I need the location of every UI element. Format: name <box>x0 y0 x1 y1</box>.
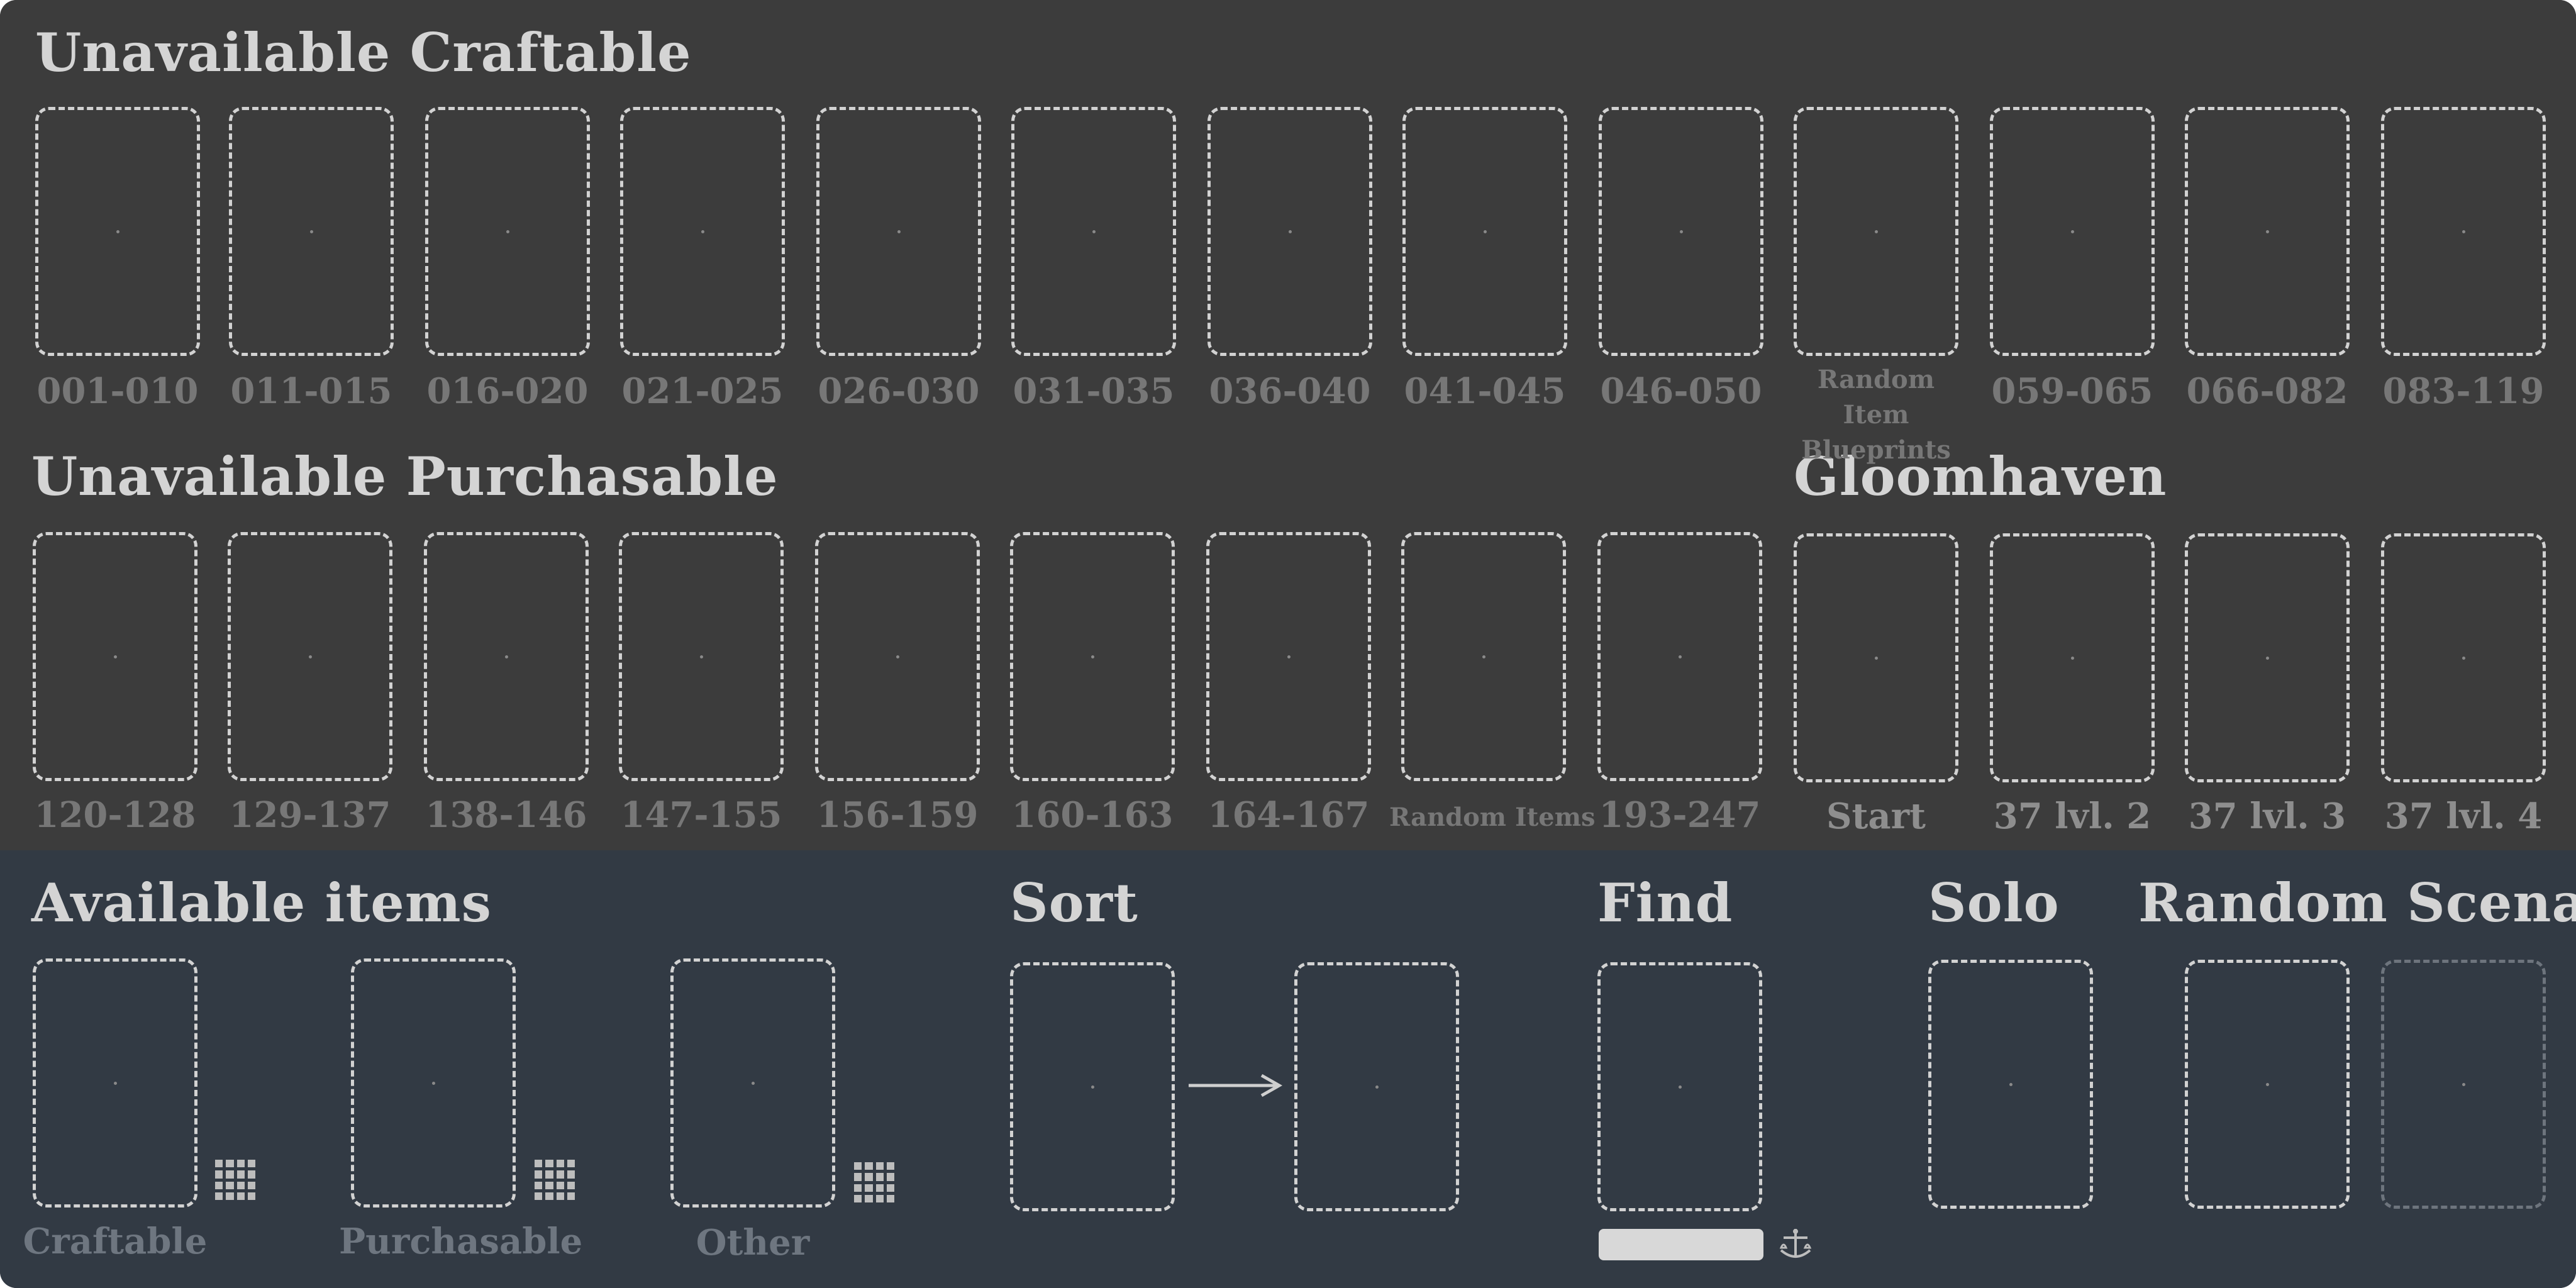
slot-label: 083-119 <box>2382 370 2545 412</box>
heading-sort: Sort <box>1010 872 1138 934</box>
deck-slot-solo[interactable] <box>1928 960 2093 1209</box>
slot-label: 046-050 <box>1600 370 1762 412</box>
slot-label: 193-247 <box>1599 794 1761 836</box>
deck-slot-purchasable-8[interactable] <box>1401 532 1566 781</box>
slot-label: 156-159 <box>816 794 979 836</box>
deck-slot-craftable-4[interactable] <box>620 107 785 356</box>
deck-slot-craftable-7[interactable] <box>1208 107 1372 356</box>
deck-slot-available-craftable[interactable] <box>33 958 197 1208</box>
deck-slot-craftable-9[interactable] <box>1599 107 1763 356</box>
slot-label: 120-128 <box>34 794 196 836</box>
deck-slot-purchasable-2[interactable] <box>228 532 392 781</box>
deck-slot-craftable-8[interactable] <box>1402 107 1567 356</box>
heading-find: Find <box>1597 872 1733 934</box>
slot-label: 001-010 <box>36 370 199 412</box>
heading-available-items: Available items <box>31 872 492 934</box>
game-board: Unavailable Craftable Unavailable Purcha… <box>0 0 2576 1288</box>
heading-unavailable-craftable: Unavailable Craftable <box>35 21 692 84</box>
arrow-right-icon <box>1189 1074 1283 1097</box>
heading-solo: Solo <box>1928 872 2060 934</box>
slot-label: 021-025 <box>621 370 784 412</box>
heading-random-scenarios: Random Scenarios <box>2138 872 2576 934</box>
grid-icon[interactable] <box>215 1160 255 1200</box>
deck-slot-gloomhaven-lvl3[interactable] <box>2185 533 2350 782</box>
slot-label: 147-155 <box>620 794 782 836</box>
deck-slot-craftable-5[interactable] <box>816 107 981 356</box>
deck-slot-craftable-11[interactable] <box>1990 107 2155 356</box>
slot-label: 031-035 <box>1013 370 1175 412</box>
deck-slot-find[interactable] <box>1597 962 1762 1211</box>
slot-label: 37 lvl. 2 <box>1993 796 2151 837</box>
deck-slot-gloomhaven-start[interactable] <box>1794 533 1958 782</box>
deck-slot-gloomhaven-lvl4[interactable] <box>2381 533 2546 782</box>
slot-label: Craftable <box>23 1221 208 1262</box>
deck-slot-random-scenarios-2[interactable] <box>2381 960 2546 1209</box>
slot-label: Random Items <box>1389 802 1596 832</box>
deck-slot-purchasable-5[interactable] <box>815 532 980 781</box>
deck-slot-available-purchasable[interactable] <box>351 958 516 1208</box>
deck-slot-gloomhaven-lvl2[interactable] <box>1990 533 2155 782</box>
deck-slot-craftable-12[interactable] <box>2185 107 2350 356</box>
grid-icon[interactable] <box>854 1162 894 1202</box>
deck-slot-craftable-1[interactable] <box>35 107 200 356</box>
heading-unavailable-purchasable: Unavailable Purchasable <box>31 445 779 508</box>
slot-label: 066-082 <box>2186 370 2348 412</box>
deck-slot-craftable-3[interactable] <box>425 107 590 356</box>
deck-slot-available-other[interactable] <box>670 958 835 1208</box>
slot-label: 041-045 <box>1404 370 1566 412</box>
slot-label: 026-030 <box>818 370 980 412</box>
deck-slot-purchasable-7[interactable] <box>1206 532 1371 781</box>
deck-slot-craftable-10[interactable] <box>1794 107 1958 356</box>
deck-slot-purchasable-1[interactable] <box>33 532 197 781</box>
slot-label: Start <box>1826 796 1926 837</box>
deck-slot-craftable-6[interactable] <box>1011 107 1176 356</box>
deck-slot-purchasable-4[interactable] <box>619 532 784 781</box>
slot-label: 37 lvl. 4 <box>2384 796 2543 837</box>
deck-slot-purchasable-9[interactable] <box>1597 532 1762 781</box>
slot-label: 059-065 <box>1991 370 2153 412</box>
deck-slot-craftable-2[interactable] <box>229 107 394 356</box>
grid-icon[interactable] <box>535 1160 575 1200</box>
slot-label: Random Item Blueprints <box>1801 365 1951 465</box>
slot-label: 011-015 <box>230 370 392 412</box>
slot-label: 016-020 <box>426 370 589 412</box>
scale-icon[interactable] <box>1779 1226 1813 1263</box>
slot-label: 37 lvl. 3 <box>2188 796 2346 837</box>
find-input[interactable] <box>1599 1229 1763 1260</box>
slot-label: 160-163 <box>1011 794 1174 836</box>
deck-slot-craftable-13[interactable] <box>2381 107 2546 356</box>
deck-slot-sort-source[interactable] <box>1010 962 1175 1211</box>
slot-label: 036-040 <box>1209 370 1371 412</box>
deck-slot-purchasable-3[interactable] <box>424 532 589 781</box>
slot-label: 129-137 <box>229 794 391 836</box>
slot-label: Purchasable <box>339 1221 583 1262</box>
deck-slot-purchasable-6[interactable] <box>1010 532 1175 781</box>
deck-slot-sort-target[interactable] <box>1294 962 1459 1211</box>
slot-label: Other <box>696 1222 810 1263</box>
deck-slot-random-scenarios-1[interactable] <box>2185 960 2350 1209</box>
slot-label: 138-146 <box>425 794 587 836</box>
slot-label: 164-167 <box>1208 794 1370 836</box>
